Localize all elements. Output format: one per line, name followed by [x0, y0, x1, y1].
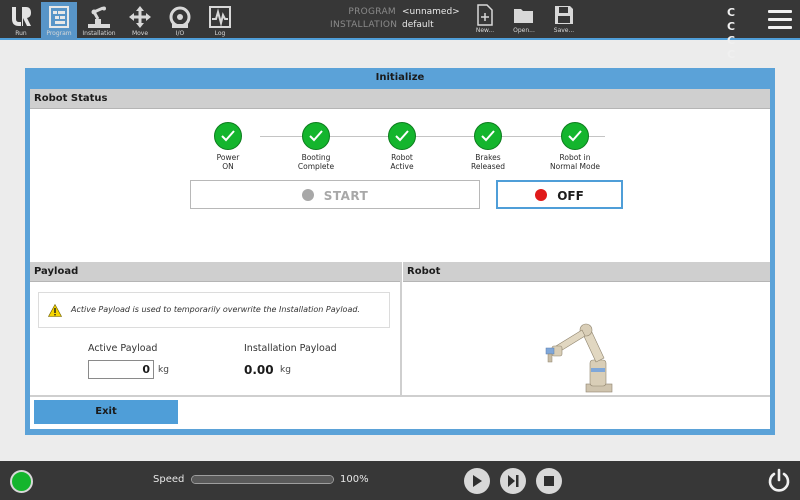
start-label: START — [323, 189, 369, 203]
power-check-icon — [214, 122, 242, 150]
step-label-line1: Booting — [301, 153, 331, 162]
nav-log-button[interactable]: Log — [202, 2, 238, 40]
installation-payload-unit: kg — [280, 365, 291, 375]
nav-run-button[interactable]: Run — [3, 2, 39, 40]
speed-slider[interactable] — [191, 475, 334, 484]
step-button[interactable] — [500, 468, 526, 494]
play-icon — [473, 475, 482, 487]
start-indicator-icon — [301, 188, 314, 201]
speed-value: 100% — [340, 474, 369, 485]
open-folder-icon — [514, 9, 533, 23]
normal-mode-check-icon — [561, 122, 589, 150]
active-payload-label: Active Payload — [88, 343, 158, 354]
save-button[interactable]: Save... — [546, 4, 582, 34]
dialog-body: Robot Status Power ON Booting Complete Rob… — [30, 89, 770, 429]
bottom-bar: Speed 100% — [0, 461, 800, 500]
installation-payload-value: 0.00 — [244, 363, 274, 377]
exit-button[interactable]: Exit — [34, 400, 178, 424]
robot-panel: Robot — [403, 262, 770, 395]
footer-separator — [30, 395, 770, 397]
off-button[interactable]: OFF — [496, 180, 623, 209]
nav-program-button[interactable]: Program — [41, 2, 77, 40]
installation-name: default — [402, 20, 434, 30]
open-button[interactable]: Open... — [506, 4, 542, 34]
dialog-title: Initialize — [375, 72, 425, 83]
active-payload-unit: kg — [158, 365, 169, 375]
save-icon — [555, 6, 573, 24]
booting-check-icon — [302, 122, 330, 150]
installation-key: INSTALLATION — [330, 20, 398, 30]
payload-panel: Payload Active Payload is used to tempor… — [30, 262, 402, 395]
brakes-check-icon — [474, 122, 502, 150]
program-icon — [49, 6, 69, 28]
play-button[interactable] — [464, 468, 490, 494]
hamburger-menu-icon[interactable] — [768, 10, 792, 30]
speed-label: Speed — [153, 474, 185, 485]
stop-icon — [544, 476, 554, 486]
log-icon — [209, 6, 231, 28]
nav-io-button[interactable]: I/O — [162, 2, 198, 40]
step-label-line1: Brakes — [475, 153, 501, 162]
open-label: Open... — [513, 27, 535, 34]
io-icon — [169, 6, 191, 28]
nav-program-label: Program — [46, 30, 72, 37]
robot-heading: Robot — [403, 262, 770, 282]
nav-installation-button[interactable]: Installation — [81, 2, 117, 40]
payload-info-text: Active Payload is used to temporarily ov… — [71, 305, 360, 314]
nav-io-label: I/O — [175, 30, 185, 37]
speed-slider-fill — [192, 476, 333, 483]
step-label-line2: Complete — [297, 162, 335, 171]
program-key: PROGRAM — [348, 7, 396, 17]
step-label-line2: ON — [222, 162, 234, 171]
status-step-booting: Booting Complete — [271, 122, 361, 171]
step-label-line1: Robot — [391, 153, 413, 162]
installation-icon — [88, 6, 110, 28]
step-forward-icon — [508, 475, 519, 487]
robot-status-indicator-icon[interactable] — [10, 470, 33, 493]
step-label-line2: Active — [390, 162, 414, 171]
program-info: PROGRAM <unnamed> INSTALLATION default — [330, 6, 460, 32]
nav-installation-label: Installation — [82, 30, 116, 37]
ur-logo-icon — [12, 7, 31, 26]
status-step-power: Power ON — [183, 122, 273, 171]
save-label: Save... — [553, 27, 575, 34]
top-bar: Run Program Installation Move I/O Log PR… — [0, 0, 800, 61]
off-indicator-icon — [535, 188, 548, 201]
initialize-dialog: Initialize Robot Status Power ON Booting C… — [25, 68, 775, 435]
payload-info-box: Active Payload is used to temporarily ov… — [38, 292, 390, 328]
robot-arm-illustration — [545, 323, 613, 393]
robot-status-heading: Robot Status — [30, 89, 770, 109]
status-step-normal-mode: Robot in Normal Mode — [530, 122, 620, 171]
start-button[interactable]: START — [190, 180, 480, 209]
step-label-line1: Robot in — [559, 153, 591, 162]
status-step-active: Robot Active — [357, 122, 447, 171]
stop-button[interactable] — [536, 468, 562, 494]
active-check-icon — [388, 122, 416, 150]
payload-heading: Payload — [30, 262, 400, 282]
status-step-brakes: Brakes Released — [443, 122, 533, 171]
new-button[interactable]: New... — [467, 4, 503, 34]
step-label-line1: Power — [216, 153, 240, 162]
new-file-icon — [477, 4, 493, 26]
nav-run-label: Run — [15, 30, 27, 37]
off-label: OFF — [557, 189, 584, 203]
warning-icon — [48, 304, 62, 317]
nav-move-label: Move — [131, 30, 149, 37]
step-label-line2: Normal Mode — [550, 162, 600, 171]
move-icon — [129, 6, 151, 28]
power-icon[interactable] — [766, 468, 792, 494]
program-name: <unnamed> — [402, 7, 460, 17]
cc-indicator: C C C C — [727, 6, 743, 61]
nav-move-button[interactable]: Move — [122, 2, 158, 40]
active-payload-input[interactable]: 0 — [88, 360, 154, 379]
installation-payload-label: Installation Payload — [244, 343, 337, 354]
step-label-line2: Released — [470, 162, 506, 171]
nav-log-label: Log — [214, 30, 226, 37]
new-label: New... — [475, 27, 495, 34]
